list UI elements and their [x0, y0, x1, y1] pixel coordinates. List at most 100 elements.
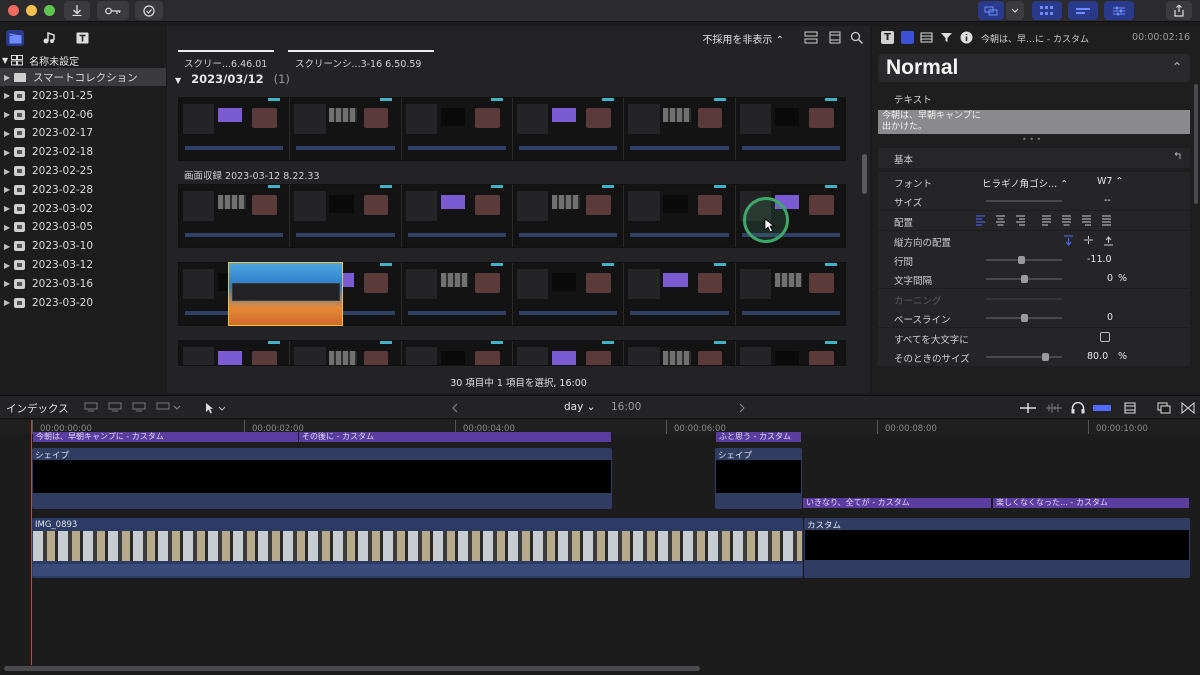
disclosure-triangle-icon[interactable]: ▶	[4, 242, 14, 251]
color-filter-icon[interactable]	[940, 31, 953, 44]
forward-arrow-icon[interactable]	[738, 402, 746, 414]
filmstrip-row-1[interactable]	[178, 97, 846, 161]
close-window-button[interactable]	[8, 5, 19, 16]
baseline-slider[interactable]	[986, 314, 1062, 322]
disclosure-triangle-icon[interactable]: ▶	[4, 204, 14, 213]
size-value[interactable]: --	[1104, 195, 1111, 206]
workspace-menu-button[interactable]	[1006, 1, 1024, 20]
disclosure-triangle-icon[interactable]: ▶	[4, 261, 14, 270]
font-weight-select[interactable]: W7 ⌃	[1097, 176, 1123, 187]
headphones-icon[interactable]	[1071, 402, 1085, 414]
inspector-toggle-button[interactable]	[1104, 1, 1134, 20]
text-content-field[interactable]: 今朝は、早朝キャンプに 出かけた。	[878, 110, 1190, 134]
generator-clip[interactable]: カスタム	[804, 518, 1190, 578]
clip-name[interactable]: スクリー...6.46.01	[184, 56, 267, 70]
disclosure-triangle-icon[interactable]: ▶	[4, 223, 14, 232]
clip-appearance-icon[interactable]	[1157, 402, 1171, 414]
browser-scrollbar[interactable]	[862, 154, 867, 194]
tab-photos-audio[interactable]	[39, 30, 57, 46]
info-icon[interactable]	[960, 31, 973, 44]
alignment-buttons[interactable]	[976, 215, 1116, 226]
sidebar-item-event[interactable]: ▶ 2023-03-16	[0, 275, 166, 293]
sidebar-item-smart-collections[interactable]: ▶ スマートコレクション	[0, 68, 166, 86]
clip-appearance-icon[interactable]	[804, 31, 818, 44]
zoom-window-button[interactable]	[44, 5, 55, 16]
minimize-window-button[interactable]	[26, 5, 37, 16]
library-root[interactable]: ▼ 名称未設定	[0, 52, 79, 68]
disclosure-triangle-icon[interactable]: ▶	[4, 73, 14, 82]
baseline-value[interactable]: 0	[1107, 312, 1113, 323]
sidebar-item-event[interactable]: ▶ 2023-03-12	[0, 256, 166, 274]
video-only-icon[interactable]	[1020, 402, 1036, 414]
title-clip[interactable]: その後に - カスタム	[299, 432, 611, 442]
edit-buttons[interactable]	[84, 402, 184, 414]
sidebar-item-event[interactable]: ▶ 2023-03-20	[0, 294, 166, 312]
reset-icon[interactable]	[1172, 152, 1182, 162]
line-spacing-value[interactable]: -11.0	[1087, 254, 1112, 265]
title-clip[interactable]: ふと思う - カスタム	[716, 432, 801, 442]
search-icon[interactable]	[850, 31, 864, 44]
disclosure-triangle-icon[interactable]: ▶	[4, 110, 14, 119]
line-spacing-slider[interactable]	[986, 256, 1062, 264]
import-button[interactable]	[64, 1, 90, 20]
text-style-preset-select[interactable]: Normal ⌃	[878, 54, 1190, 82]
sidebar-item-event[interactable]: ▶ 2023-02-06	[0, 106, 166, 124]
generator-clip[interactable]: シェイプ	[715, 448, 802, 509]
sidebar-item-event[interactable]: ▶ 2023-03-02	[0, 200, 166, 218]
size-slider[interactable]	[986, 200, 1062, 202]
sidebar-item-event[interactable]: ▶ 2023-03-10	[0, 237, 166, 255]
share-button[interactable]	[1166, 1, 1192, 20]
solo-icon[interactable]	[1093, 402, 1111, 414]
audio-skimming-icon[interactable]	[1046, 402, 1062, 414]
all-caps-checkbox[interactable]	[1100, 332, 1110, 342]
sidebar-item-event[interactable]: ▶ 2023-02-25	[0, 162, 166, 180]
disclosure-triangle-icon[interactable]: ▶	[4, 129, 14, 138]
section-text-header[interactable]: テキスト	[894, 92, 1200, 106]
keyword-button[interactable]	[97, 1, 129, 20]
tracking-slider[interactable]	[986, 275, 1062, 283]
slider-knob[interactable]	[1017, 256, 1025, 264]
sidebar-item-event[interactable]: ▶ 2023-03-05	[0, 218, 166, 236]
slider-knob[interactable]	[1042, 353, 1049, 361]
timeline-scrollbar[interactable]	[4, 666, 700, 671]
sidebar-item-event[interactable]: ▶ 2023-02-18	[0, 143, 166, 161]
resize-handle-icon[interactable]: • • •	[1022, 135, 1041, 144]
slider-knob[interactable]	[1021, 275, 1028, 283]
title-clip[interactable]: いきなり、全てが - カスタム	[803, 498, 991, 508]
selected-clip-thumbnail[interactable]	[228, 262, 343, 326]
sidebar-item-event[interactable]: ▶ 2023-01-25	[0, 87, 166, 105]
section-basic-header[interactable]: 基本	[878, 148, 1190, 168]
title-inspector-icon[interactable]	[901, 31, 914, 44]
disclosure-triangle-icon[interactable]: ▶	[4, 298, 14, 307]
text-inspector-icon[interactable]: T	[881, 31, 894, 44]
disclosure-triangle-icon[interactable]: ▶	[4, 91, 14, 100]
clip-filter-select[interactable]: 不採用を非表示 ⌃	[702, 31, 784, 46]
clip-name[interactable]: スクリーンシ...3-16 6.50.59	[295, 56, 421, 70]
font-family-select[interactable]: ヒラギノ角ゴシ... ⌃	[982, 176, 1068, 190]
sidebar-item-event[interactable]: ▶ 2023-02-17	[0, 124, 166, 142]
tab-titles-generators[interactable]	[73, 30, 91, 46]
slider-knob[interactable]	[1021, 314, 1028, 322]
tab-libraries[interactable]	[6, 30, 24, 46]
select-tool-icon[interactable]	[204, 402, 228, 414]
inspector-scrollbar[interactable]	[1194, 84, 1198, 204]
all-caps-size-value[interactable]: 80.0	[1087, 351, 1108, 362]
snapping-icon[interactable]	[1123, 402, 1137, 414]
workspace-button[interactable]	[978, 1, 1004, 20]
filmstrip-view-icon[interactable]	[828, 31, 842, 44]
disclosure-triangle-icon[interactable]: ▶	[4, 185, 14, 194]
title-clip[interactable]: 今朝は、早朝キャンプに - カスタム	[33, 432, 298, 442]
timeline-toggle-button[interactable]	[1068, 1, 1098, 20]
filmstrip-row-4[interactable]	[178, 340, 846, 366]
all-caps-size-slider[interactable]	[986, 353, 1062, 361]
date-group-header[interactable]: ▼ 2023/03/12 (1)	[175, 72, 290, 86]
disclosure-triangle-icon[interactable]: ▶	[4, 167, 14, 176]
back-arrow-icon[interactable]	[451, 402, 459, 414]
playhead[interactable]	[31, 420, 32, 665]
video-inspector-icon[interactable]	[920, 31, 933, 44]
video-clip[interactable]: IMG_0893	[32, 518, 803, 578]
browser-toggle-button[interactable]	[1032, 1, 1062, 20]
background-tasks-button[interactable]	[135, 1, 163, 20]
tracking-value[interactable]: 0	[1107, 273, 1113, 284]
generator-clip[interactable]: シェイプ	[32, 448, 612, 509]
